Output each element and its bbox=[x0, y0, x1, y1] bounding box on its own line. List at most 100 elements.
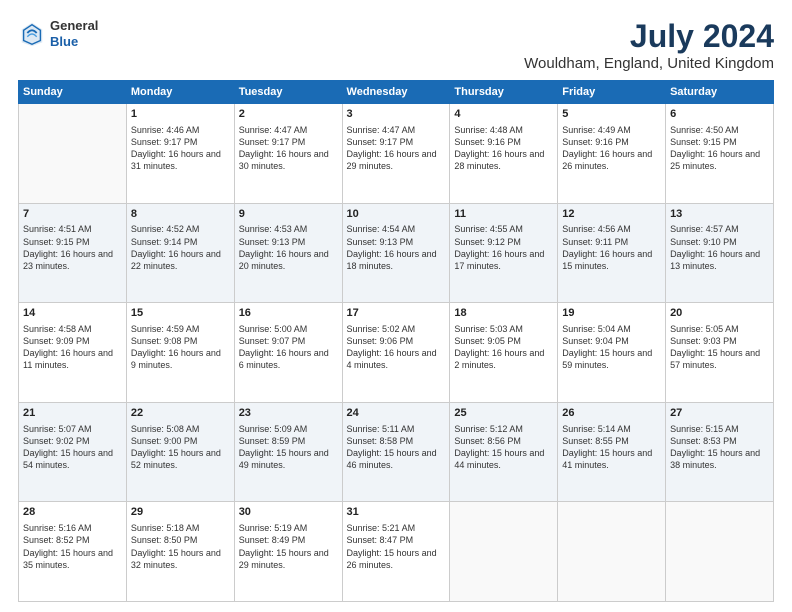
daylight-minutes-text: 18 minutes. bbox=[347, 261, 394, 271]
day-number: 31 bbox=[347, 505, 446, 520]
daylight-minutes-text: 20 minutes. bbox=[239, 261, 286, 271]
calendar-cell: 22Sunrise: 5:08 AMSunset: 9:00 PMDayligh… bbox=[126, 402, 234, 502]
daylight-minutes-text: 11 minutes. bbox=[23, 360, 69, 370]
day-header-sunday: Sunday bbox=[19, 81, 127, 104]
sunset-text: Sunset: 9:12 PM bbox=[454, 237, 521, 247]
sunrise-text: Sunrise: 5:02 AM bbox=[347, 324, 416, 334]
day-number: 4 bbox=[454, 107, 553, 122]
sunset-text: Sunset: 9:08 PM bbox=[131, 336, 198, 346]
day-number: 25 bbox=[454, 406, 553, 421]
daylight-text: Daylight: 16 hours and bbox=[562, 149, 652, 159]
daylight-text: Daylight: 15 hours and bbox=[347, 448, 437, 458]
sunset-text: Sunset: 9:07 PM bbox=[239, 336, 306, 346]
sunset-text: Sunset: 9:13 PM bbox=[347, 237, 414, 247]
sunrise-text: Sunrise: 4:49 AM bbox=[562, 125, 631, 135]
sunrise-text: Sunrise: 4:57 AM bbox=[670, 224, 739, 234]
sunrise-text: Sunrise: 5:07 AM bbox=[23, 424, 92, 434]
calendar-cell: 31 Sunrise: 5:21 AM Sunset: 8:47 PM Dayligh… bbox=[342, 502, 450, 602]
daylight-text: Daylight: 15 hours and bbox=[347, 548, 437, 558]
daylight-minutes-text: 29 minutes. bbox=[347, 161, 394, 171]
sunset-text: Sunset: 8:56 PM bbox=[454, 436, 521, 446]
day-number: 29 bbox=[131, 505, 230, 520]
sunrise-text: Sunrise: 5:19 AM bbox=[239, 523, 308, 533]
location: Wouldham, England, United Kingdom bbox=[524, 55, 774, 72]
daylight-minutes-text: 23 minutes. bbox=[23, 261, 70, 271]
sunrise-text: Sunrise: 5:15 AM bbox=[670, 424, 739, 434]
day-number: 26 bbox=[562, 406, 661, 421]
day-number: 2 bbox=[239, 107, 338, 122]
calendar-week-row: 21Sunrise: 5:07 AMSunset: 9:02 PMDayligh… bbox=[19, 402, 774, 502]
daylight-minutes-text: 26 minutes. bbox=[562, 161, 609, 171]
daylight-text: Daylight: 16 hours and bbox=[23, 249, 113, 259]
sunset-text: Sunset: 9:17 PM bbox=[239, 137, 306, 147]
daylight-minutes-text: 35 minutes. bbox=[23, 560, 70, 570]
sunrise-text: Sunrise: 4:58 AM bbox=[23, 324, 92, 334]
daylight-text: Daylight: 16 hours and bbox=[131, 249, 221, 259]
daylight-text: Daylight: 15 hours and bbox=[131, 448, 221, 458]
daylight-minutes-text: 4 minutes. bbox=[347, 360, 389, 370]
sunrise-text: Sunrise: 5:11 AM bbox=[347, 424, 415, 434]
sunrise-text: Sunrise: 5:00 AM bbox=[239, 324, 308, 334]
day-number: 19 bbox=[562, 306, 661, 321]
logo: General Blue bbox=[18, 18, 98, 49]
daylight-minutes-text: 15 minutes. bbox=[562, 261, 609, 271]
calendar-cell: 1 Sunrise: 4:46 AM Sunset: 9:17 PM Daylight… bbox=[126, 104, 234, 204]
day-header-monday: Monday bbox=[126, 81, 234, 104]
daylight-minutes-text: 6 minutes. bbox=[239, 360, 281, 370]
daylight-minutes-text: 38 minutes. bbox=[670, 460, 717, 470]
daylight-text: Daylight: 15 hours and bbox=[670, 348, 760, 358]
day-number: 17 bbox=[347, 306, 446, 321]
day-number: 13 bbox=[670, 207, 769, 222]
daylight-text: Daylight: 15 hours and bbox=[239, 548, 329, 558]
daylight-text: Daylight: 16 hours and bbox=[239, 249, 329, 259]
sunset-text: Sunset: 9:17 PM bbox=[131, 137, 198, 147]
header: General Blue July 2024 Wouldham, England… bbox=[18, 18, 774, 72]
sunrise-text: Sunrise: 5:09 AM bbox=[239, 424, 308, 434]
title-block: July 2024 Wouldham, England, United King… bbox=[524, 18, 774, 72]
day-number: 30 bbox=[239, 505, 338, 520]
sunset-text: Sunset: 9:16 PM bbox=[454, 137, 521, 147]
sunrise-text: Sunrise: 5:21 AM bbox=[347, 523, 416, 533]
sunset-text: Sunset: 8:55 PM bbox=[562, 436, 629, 446]
calendar-cell: 25Sunrise: 5:12 AMSunset: 8:56 PMDayligh… bbox=[450, 402, 558, 502]
sunrise-text: Sunrise: 5:18 AM bbox=[131, 523, 200, 533]
sunrise-text: Sunrise: 5:04 AM bbox=[562, 324, 631, 334]
daylight-text: Daylight: 15 hours and bbox=[23, 448, 113, 458]
calendar-cell bbox=[450, 502, 558, 602]
sunrise-text: Sunrise: 4:53 AM bbox=[239, 224, 308, 234]
daylight-text: Daylight: 16 hours and bbox=[562, 249, 652, 259]
day-number: 6 bbox=[670, 107, 769, 122]
calendar-week-row: 1 Sunrise: 4:46 AM Sunset: 9:17 PM Daylight… bbox=[19, 104, 774, 204]
sunset-text: Sunset: 9:10 PM bbox=[670, 237, 737, 247]
day-number: 11 bbox=[454, 207, 553, 222]
calendar-cell: 21Sunrise: 5:07 AMSunset: 9:02 PMDayligh… bbox=[19, 402, 127, 502]
sunrise-text: Sunrise: 5:08 AM bbox=[131, 424, 200, 434]
daylight-text: Daylight: 16 hours and bbox=[131, 149, 221, 159]
daylight-text: Daylight: 16 hours and bbox=[454, 348, 544, 358]
sunrise-text: Sunrise: 4:55 AM bbox=[454, 224, 523, 234]
sunset-text: Sunset: 9:03 PM bbox=[670, 336, 737, 346]
sunrise-text: Sunrise: 4:50 AM bbox=[670, 125, 739, 135]
month-year: July 2024 bbox=[524, 18, 774, 55]
sunrise-text: Sunrise: 4:46 AM bbox=[131, 125, 200, 135]
daylight-text: Daylight: 15 hours and bbox=[670, 448, 760, 458]
sunrise-text: Sunrise: 4:59 AM bbox=[131, 324, 200, 334]
calendar-cell: 13Sunrise: 4:57 AMSunset: 9:10 PMDayligh… bbox=[666, 203, 774, 303]
day-number: 16 bbox=[239, 306, 338, 321]
day-number: 12 bbox=[562, 207, 661, 222]
calendar-cell: 16Sunrise: 5:00 AMSunset: 9:07 PMDayligh… bbox=[234, 303, 342, 403]
sunset-text: Sunset: 9:02 PM bbox=[23, 436, 90, 446]
day-number: 10 bbox=[347, 207, 446, 222]
calendar-cell: 19Sunrise: 5:04 AMSunset: 9:04 PMDayligh… bbox=[558, 303, 666, 403]
daylight-minutes-text: 25 minutes. bbox=[670, 161, 717, 171]
daylight-text: Daylight: 15 hours and bbox=[562, 348, 652, 358]
day-number: 1 bbox=[131, 107, 230, 122]
day-number: 9 bbox=[239, 207, 338, 222]
daylight-minutes-text: 13 minutes. bbox=[670, 261, 717, 271]
calendar-cell: 20Sunrise: 5:05 AMSunset: 9:03 PMDayligh… bbox=[666, 303, 774, 403]
sunset-text: Sunset: 8:47 PM bbox=[347, 535, 414, 545]
sunrise-text: Sunrise: 5:12 AM bbox=[454, 424, 523, 434]
calendar-cell: 4Sunrise: 4:48 AMSunset: 9:16 PMDaylight… bbox=[450, 104, 558, 204]
calendar-cell: 9Sunrise: 4:53 AMSunset: 9:13 PMDaylight… bbox=[234, 203, 342, 303]
daylight-minutes-text: 41 minutes. bbox=[562, 460, 609, 470]
